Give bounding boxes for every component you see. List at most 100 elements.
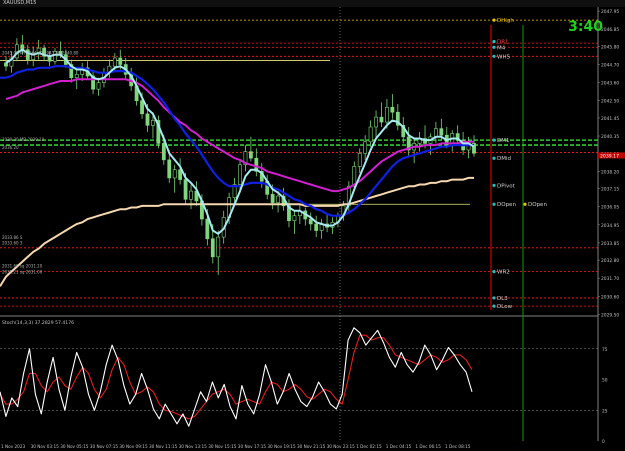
price-tick-label: 2043.60 [601,81,619,87]
candle [292,215,297,221]
price-tick-label: 2045.80 [601,44,619,50]
label-marker [492,304,496,308]
ema-long-line [0,176,474,287]
candle [205,218,210,240]
candle [238,164,242,185]
price-tick-label: 2047.95 [601,9,619,15]
level-labels: DHighDR1M4WH5DM1DMidDPivotDOpen DOpenWR2D… [2,18,547,310]
price-tick-label: 2042.50 [601,99,619,105]
candle [96,82,101,90]
candle [379,116,384,123]
right-level-label: M4 [497,45,506,51]
time-tick-label: 1 Dec 08:15 [445,444,471,449]
candle [74,74,79,78]
price-tick-label: 2040.35 [601,134,619,140]
right-level-label: DLow [497,304,513,310]
label-marker [492,156,496,160]
time-tick-label: 30 Nov 13:15 [179,444,208,449]
oscillator-title: Stoch(14,3,3) 37.2829 57.4176 [2,320,74,326]
time-tick-label: 30 Nov 07:15 [90,444,119,449]
candle [161,143,166,161]
price-tick-label: 2031.70 [601,276,619,282]
left-level-label: 2036.20 [2,145,19,150]
bar-timer: 3:40 [568,19,603,35]
candle [172,169,177,179]
time-tick-label: 30 Nov 19:15 [267,444,296,449]
left-level-label: 2031.21 sq 2031.00 [2,269,43,274]
osc-tick-label: 0 [602,439,605,445]
price-tick-label: 2044.70 [601,63,619,69]
time-tick-label: 1 Dec 06:15 [415,444,441,449]
right-level-label: WR2 [497,270,510,276]
time-axis: 1 Nov 2023 30 Nov 03:15 30 Nov 05:15 30 Nov… [1,444,471,449]
price-tick-label: 2038.20 [601,169,619,175]
left-level-label: 2031.60 sq 2031.20 [2,264,43,269]
level-lines [0,19,598,307]
moving-averages [0,48,475,287]
time-tick-label: 30 Nov 03:15 [31,444,60,449]
price-badge: 2039.17 [600,153,619,159]
right-level-label: DM1 [497,138,509,144]
label-marker [492,39,496,44]
candle [167,159,172,179]
right-level-label: DOpen [528,202,547,208]
price-tick-label: 2029.50 [601,312,619,318]
time-tick-label: 30 Nov 15:15 [208,444,237,449]
price-tick-label: 2041.45 [601,116,619,122]
candle [368,126,373,143]
label-marker [492,54,496,58]
candle [434,128,438,138]
left-level-label: 2039.30 MD 2039.10 [2,137,45,142]
candle [248,151,253,159]
candle [112,57,117,67]
right-level-label: DHigh [497,18,514,24]
price-tick-label: 2032.80 [601,258,619,264]
osc-line-main [0,327,473,427]
chart-canvas[interactable]: DHighDR1M4WH5DM1DMidDPivotDOpen DOpenWR2D… [0,0,625,451]
candle [189,190,193,200]
candle [357,152,362,167]
price-tick-label: 2037.15 [601,187,619,193]
price-tick-label: 2036.05 [601,205,619,211]
price-tick-label: 2046.85 [601,27,619,33]
time-tick-label: 1 Nov 2023 [1,444,25,449]
osc-tick-label: 75 [602,347,608,353]
candle [385,106,389,123]
label-marker [492,183,496,187]
time-tick-label: 1 Dec 02:15 [356,444,382,449]
time-tick-label: 30 Nov 17:15 [238,444,267,449]
candle [140,100,144,115]
price-axis: 2047.95 2046.85 2045.80 2044.70 2043.60 2042.… [598,9,625,318]
candle [145,113,150,126]
label-marker [492,138,496,142]
right-level-label: DPivot [497,183,516,189]
candle [118,57,123,65]
candle [374,116,378,128]
time-tick-label: 30 Nov 23:15 [327,444,356,449]
oscillator-panel: Stoch(14,3,3) 37.2829 57.4176 75 50 25 0 [0,320,608,445]
candle [390,106,395,113]
time-tick-label: 30 Nov 05:15 [60,444,89,449]
price-tick-label: 2034.95 [601,223,619,229]
label-marker [492,202,496,206]
left-level-label: 2045.05 PR 2044.40 2041.85 2040.80 [2,51,79,56]
candle [216,236,221,258]
candle [270,194,275,203]
time-tick-label: 30 Nov 21:15 [297,444,326,449]
candle [151,120,155,126]
left-level-label: 2033.86 S [2,235,23,240]
candle [276,195,280,203]
label-marker [523,202,527,206]
right-level-label: DOpen [497,202,516,208]
label-marker [492,296,496,300]
time-tick-label: 1 Dec 04:15 [386,444,412,449]
candle [210,238,215,258]
label-marker [492,45,496,49]
price-tick-label: 2033.85 [601,241,619,247]
candles [4,34,476,275]
left-level-label: 2033.60 3 [2,241,23,246]
candle [183,179,188,200]
label-marker [492,18,496,22]
candle [314,223,319,231]
time-tick-label: 30 Nov 09:15 [119,444,148,449]
